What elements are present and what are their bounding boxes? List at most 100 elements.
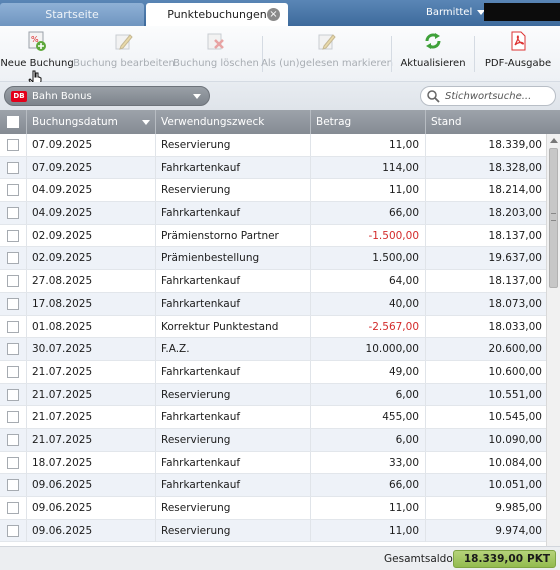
- row-select-cell: [0, 497, 27, 519]
- select-all-checkbox[interactable]: [7, 116, 19, 128]
- pdf-icon: [511, 31, 526, 51]
- column-header-balance[interactable]: Stand: [426, 110, 560, 134]
- select-all-column: [0, 110, 27, 134]
- tab-startseite[interactable]: Startseite: [0, 3, 144, 26]
- cell-balance: 9.985,00: [495, 502, 542, 514]
- table-row[interactable]: 18.07.2025 Fahrkartenkauf 33,00 10.084,00: [0, 451, 546, 475]
- cell-date: 30.07.2025: [27, 338, 156, 361]
- search-input[interactable]: Stichwortsuche...: [420, 86, 556, 106]
- cell-amount: 40,00: [311, 292, 426, 315]
- cell-amount: 10.000,00: [311, 338, 426, 361]
- edit-booking-button[interactable]: Buchung bearbeiten: [73, 26, 175, 82]
- cell-purpose: Fahrkartenkauf: [156, 270, 311, 293]
- table-row[interactable]: 09.06.2025 Reservierung 11,00 9.985,00: [0, 497, 546, 520]
- row-checkbox[interactable]: [7, 343, 19, 356]
- tab-punktebuchungen[interactable]: Punktebuchungen ×: [146, 3, 288, 26]
- row-checkbox[interactable]: [7, 252, 19, 265]
- table-row[interactable]: 21.07.2025 Reservierung 6,00 10.551,00: [0, 383, 546, 407]
- row-checkbox[interactable]: [7, 456, 19, 469]
- cell-purpose: Prämienbestellung: [156, 247, 311, 270]
- refresh-icon: [425, 33, 441, 49]
- table-row[interactable]: 04.09.2025 Reservierung 11,00 18.214,00: [0, 179, 546, 203]
- cell-balance: 18.339,00: [488, 139, 542, 151]
- table-row[interactable]: 02.09.2025 Prämienbestellung 1.500,00 19.63…: [0, 247, 546, 271]
- row-checkbox[interactable]: [7, 411, 19, 424]
- cell-purpose: Korrektur Punktestand: [156, 315, 311, 338]
- row-select-cell: [0, 474, 27, 497]
- row-checkbox[interactable]: [7, 207, 19, 220]
- refresh-button[interactable]: Aktualisieren: [398, 26, 468, 82]
- row-checkbox[interactable]: [7, 433, 19, 446]
- cell-date: 02.09.2025: [27, 247, 156, 270]
- scrollbar-thumb[interactable]: [549, 148, 558, 288]
- cell-date: 07.09.2025: [27, 156, 156, 179]
- cell-purpose: Reservierung: [156, 383, 311, 406]
- row-checkbox[interactable]: [7, 297, 19, 310]
- row-checkbox[interactable]: [7, 320, 19, 333]
- cell-date: 27.08.2025: [27, 270, 156, 293]
- table-row[interactable]: 04.09.2025 Fahrkartenkauf 66,00 18.203,00: [0, 202, 546, 225]
- column-header-purpose[interactable]: Verwendungszweck: [156, 110, 311, 134]
- scroll-up-icon[interactable]: [550, 138, 558, 143]
- refresh-label: Aktualisieren: [400, 58, 466, 69]
- row-checkbox[interactable]: [7, 502, 19, 514]
- cell-balance: 20.600,00: [488, 343, 542, 356]
- row-checkbox[interactable]: [7, 161, 19, 174]
- total-label: Gesamtsaldo: [384, 553, 453, 565]
- cell-date: 09.06.2025: [27, 474, 156, 497]
- toolbar-separator: [474, 36, 475, 72]
- cell-purpose: Fahrkartenkauf: [156, 406, 311, 429]
- row-checkbox[interactable]: [7, 275, 19, 288]
- cell-date: 04.09.2025: [27, 179, 156, 202]
- cell-amount: 6,00: [311, 428, 426, 451]
- row-checkbox[interactable]: [7, 229, 19, 242]
- table-row[interactable]: 09.06.2025 Fahrkartenkauf 66,00 10.051,00: [0, 474, 546, 497]
- cell-purpose: Fahrkartenkauf: [156, 474, 311, 497]
- row-select-cell: [0, 134, 27, 156]
- cell-amount: 64,00: [311, 270, 426, 293]
- row-select-cell: [0, 315, 27, 338]
- vertical-scrollbar[interactable]: [546, 134, 560, 546]
- cell-amount: 11,00: [311, 519, 426, 542]
- cell-purpose: Reservierung: [156, 519, 311, 542]
- mark-read-button[interactable]: Als (un)gelesen markieren: [261, 26, 393, 82]
- footer: Gesamtsaldo 18.339,00 PKT: [0, 546, 560, 570]
- cell-amount: 6,00: [311, 383, 426, 406]
- cell-amount: 11,00: [311, 497, 426, 519]
- close-tab-icon[interactable]: ×: [267, 8, 280, 21]
- column-header-amount-label: Betrag: [316, 116, 352, 128]
- table-row[interactable]: 21.07.2025 Fahrkartenkauf 455,00 10.545,00: [0, 406, 546, 429]
- table-row[interactable]: 02.09.2025 Prämienstorno Partner -1.500,00…: [0, 224, 546, 248]
- new-booking-icon: %: [28, 31, 46, 51]
- delete-booking-button[interactable]: Buchung löschen: [173, 26, 259, 82]
- search-icon: [427, 89, 440, 103]
- row-checkbox[interactable]: [7, 184, 19, 197]
- table-row[interactable]: 07.09.2025 Fahrkartenkauf 114,00 18.328,00: [0, 156, 546, 180]
- table-row[interactable]: 07.09.2025 Reservierung 11,00 18.339,00: [0, 134, 546, 157]
- row-select-cell: [0, 292, 27, 315]
- cell-amount: 11,00: [311, 134, 426, 156]
- account-select[interactable]: DB Bahn Bonus: [4, 86, 210, 106]
- pdf-export-button[interactable]: PDF-Ausgabe: [482, 26, 554, 82]
- cell-date: 18.07.2025: [27, 451, 156, 474]
- row-checkbox[interactable]: [7, 139, 19, 151]
- cell-date: 09.06.2025: [27, 497, 156, 519]
- row-checkbox[interactable]: [7, 479, 19, 492]
- cell-balance: 18.203,00: [488, 207, 542, 220]
- row-checkbox[interactable]: [7, 388, 19, 401]
- row-checkbox[interactable]: [7, 524, 19, 537]
- cell-balance: 18.328,00: [488, 161, 542, 174]
- table-row[interactable]: 30.07.2025 F.A.Z. 10.000,00 20.600,00: [0, 338, 546, 361]
- cell-balance: 18.137,00: [488, 275, 542, 288]
- table-row[interactable]: 01.08.2025 Korrektur Punktestand -2.567,00…: [0, 315, 546, 339]
- table-row[interactable]: 27.08.2025 Fahrkartenkauf 64,00 18.137,00: [0, 270, 546, 293]
- table-row[interactable]: 17.08.2025 Fahrkartenkauf 40,00 18.073,00: [0, 292, 546, 316]
- cell-date: 07.09.2025: [27, 134, 156, 156]
- barmittel-dropdown[interactable]: Barmittel: [420, 3, 486, 21]
- table-row[interactable]: 21.07.2025 Fahrkartenkauf 49,00 10.600,00: [0, 360, 546, 384]
- table-row[interactable]: 09.06.2025 Reservierung 11,00 9.974,00: [0, 519, 546, 543]
- column-header-amount[interactable]: Betrag: [311, 110, 426, 134]
- column-header-date[interactable]: Buchungsdatum: [27, 110, 156, 134]
- row-checkbox[interactable]: [7, 365, 19, 378]
- table-row[interactable]: 21.07.2025 Reservierung 6,00 10.090,00: [0, 428, 546, 452]
